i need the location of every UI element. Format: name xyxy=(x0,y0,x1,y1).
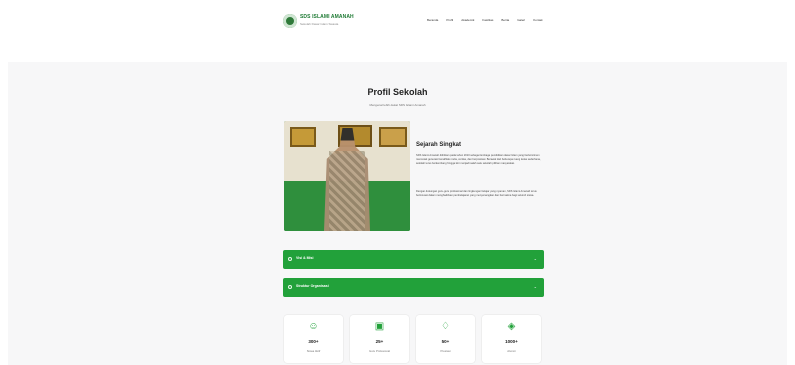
brand-name[interactable]: SDS ISLAMI AMANAH xyxy=(300,14,354,20)
stat-label: Prestasi xyxy=(440,349,451,353)
chevron-down-icon: ⌄ xyxy=(533,284,537,289)
brand-subtitle: Sekolah Dasar Islam Swasta xyxy=(300,22,339,26)
stat-card-achievements: ♢ 50+ Prestasi xyxy=(416,315,475,363)
page-title: Profil Sekolah xyxy=(367,87,428,97)
stat-label: Alumni xyxy=(507,349,516,353)
stat-card-teachers: ▣ 25+ Guru Profesional xyxy=(350,315,409,363)
stat-value: 25+ xyxy=(375,339,384,344)
stat-value: 1000+ xyxy=(505,339,518,344)
nav-item-akademik[interactable]: Akademik xyxy=(461,18,474,22)
graduation-cap-icon: ◈ xyxy=(507,321,516,332)
history-title: Sejarah Singkat xyxy=(416,142,462,148)
nav-item-fasilitas[interactable]: Fasilitas xyxy=(482,18,493,22)
nav-item-berita[interactable]: Berita xyxy=(501,18,509,22)
school-logo[interactable] xyxy=(283,14,297,28)
photo-shirt-pattern xyxy=(329,151,365,231)
sitemap-icon xyxy=(288,285,292,289)
accordion-label: Struktur Organisasi xyxy=(296,284,329,288)
stat-card-students: ☺ 300+ Siswa Aktif xyxy=(284,315,343,363)
nav-item-beranda[interactable]: Beranda xyxy=(427,18,438,22)
stat-value: 50+ xyxy=(441,339,450,344)
nav-item-kontak[interactable]: Kontak xyxy=(533,18,542,22)
accordion-struktur-organisasi[interactable]: Struktur Organisasi ⌄ xyxy=(283,278,544,297)
accordion-visi-misi[interactable]: Visi & Misi ⌄ xyxy=(283,250,544,269)
eye-icon xyxy=(288,257,292,261)
photo-frame xyxy=(290,127,316,147)
monitor-icon: ▣ xyxy=(374,321,385,332)
photo-frame xyxy=(379,127,407,147)
chevron-down-icon: ⌄ xyxy=(533,256,537,261)
user-icon: ☺ xyxy=(308,321,319,332)
trophy-icon: ♢ xyxy=(441,321,450,332)
stat-label: Siswa Aktif xyxy=(306,349,321,353)
stat-value: 300+ xyxy=(308,339,319,344)
site-header: SDS ISLAMI AMANAH Sekolah Dasar Islam Sw… xyxy=(0,0,795,50)
nav-item-profil[interactable]: Profil xyxy=(446,18,453,22)
stat-card-alumni: ◈ 1000+ Alumni xyxy=(482,315,541,363)
stat-label: Guru Profesional xyxy=(369,349,390,353)
main-nav: Beranda Profil Akademik Fasilitas Berita… xyxy=(427,18,543,22)
nav-item-galeri[interactable]: Galeri xyxy=(517,18,525,22)
page-subtitle: Mengenal lebih dekat SDS Islami Amanah xyxy=(369,103,426,107)
school-photo xyxy=(284,121,410,231)
history-paragraph: SDS Islami Amanah didirikan pada tahun 2… xyxy=(416,154,541,166)
accordion-label: Visi & Misi xyxy=(296,256,314,260)
history-paragraph: Dengan dukungan guru-guru profesional da… xyxy=(416,190,537,198)
